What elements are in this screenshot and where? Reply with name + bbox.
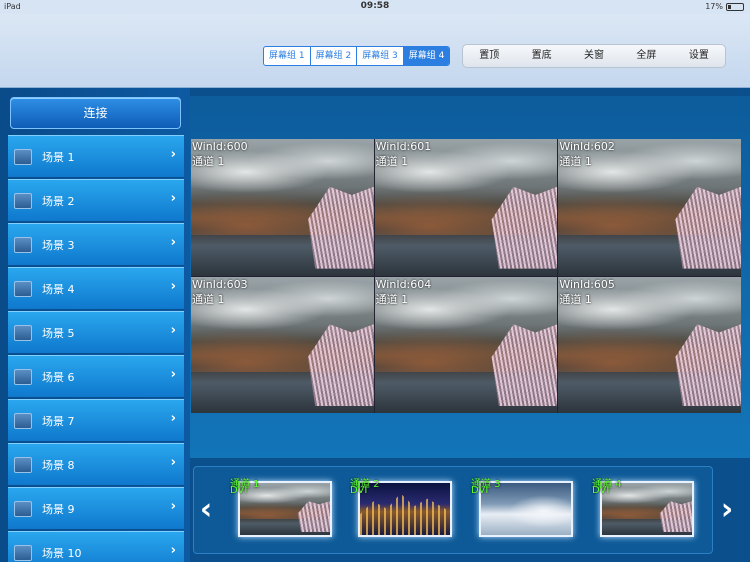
scene-sidebar: 连接 场景 1 › 场景 2 › 场景 3 › 场景 4 › 场景 5 › 场景… [0, 88, 190, 562]
channel-thumb-2[interactable]: 通道 2 DVI [350, 477, 452, 541]
battery-percent: 17% [705, 2, 723, 11]
scene-item-5[interactable]: 场景 5 › [8, 311, 184, 354]
channel-type: DVI [230, 485, 248, 496]
scene-label: 场景 4 [42, 283, 75, 296]
scene-label: 场景 6 [42, 371, 75, 384]
channel-type: DVI [471, 485, 489, 496]
chevron-right-icon: › [170, 147, 176, 162]
channel-strip: 通道 1 DVI 通道 2 DVI 通道 3 DVI 通道 4 DVI [193, 466, 713, 554]
chevron-right-icon: › [170, 367, 176, 382]
window-channel-label: 通道 1 [375, 155, 409, 168]
scene-label: 场景 7 [42, 415, 75, 428]
window-grid: WinId:600 通道 1 WinId:601 通道 1 WinId:602 … [191, 139, 741, 413]
window-channel-label: 通道 1 [559, 292, 592, 306]
window-id-label: WinId:602 [559, 140, 615, 153]
video-window-601[interactable]: WinId:601 通道 1 [374, 139, 558, 276]
screen-group-selector: 屏幕组 1 屏幕组 2 屏幕组 3 屏幕组 4 [263, 46, 451, 66]
channel-type: DVI [592, 485, 610, 496]
channel-thumb-1[interactable]: 通道 1 DVI [230, 477, 332, 541]
scene-checkbox[interactable] [14, 457, 32, 473]
window-channel-label: 通道 1 [375, 292, 409, 306]
video-window-604[interactable]: WinId:604 通道 1 [374, 276, 558, 413]
chevron-right-icon: › [170, 191, 176, 206]
scene-label: 场景 9 [42, 503, 75, 516]
screen-group-2[interactable]: 屏幕组 2 [311, 47, 358, 65]
scene-label: 场景 10 [42, 547, 82, 560]
window-id-label: WinId:604 [375, 277, 432, 291]
window-id-label: WinId:603 [192, 277, 248, 291]
close-window-button[interactable]: 关窗 [568, 45, 620, 67]
chevron-right-icon: › [170, 323, 176, 338]
screen-group-3[interactable]: 屏幕组 3 [357, 47, 404, 65]
scene-item-9[interactable]: 场景 9 › [8, 487, 184, 530]
screen-group-4[interactable]: 屏幕组 4 [403, 47, 450, 65]
channel-thumb-4[interactable]: 通道 4 DVI [592, 477, 694, 541]
scene-item-3[interactable]: 场景 3 › [8, 223, 184, 266]
scene-checkbox[interactable] [14, 369, 32, 385]
scene-checkbox[interactable] [14, 413, 32, 429]
chevron-right-icon: › [170, 235, 176, 250]
channel-type: DVI [350, 485, 368, 496]
window-channel-label: 通道 1 [192, 292, 225, 306]
scene-label: 场景 3 [42, 239, 75, 252]
window-id-label: WinId:600 [192, 140, 248, 153]
scene-checkbox[interactable] [14, 149, 32, 165]
chevron-right-icon: › [170, 499, 176, 514]
scene-item-2[interactable]: 场景 2 › [8, 179, 184, 222]
window-channel-label: 通道 1 [559, 155, 592, 168]
window-channel-label: 通道 1 [192, 155, 225, 168]
connect-button[interactable]: 连接 [10, 97, 181, 129]
scene-label: 场景 8 [42, 459, 75, 472]
scene-item-8[interactable]: 场景 8 › [8, 443, 184, 486]
status-bar: iPad 09:58 17% [0, 0, 750, 14]
scene-checkbox[interactable] [14, 281, 32, 297]
video-window-602[interactable]: WinId:602 通道 1 [558, 139, 741, 276]
scene-item-10[interactable]: 场景 10 › [8, 531, 184, 562]
clock: 09:58 [360, 1, 390, 11]
window-id-label: WinId:601 [375, 140, 432, 153]
scene-checkbox[interactable] [14, 193, 32, 209]
top-toolbar: 屏幕组 1 屏幕组 2 屏幕组 3 屏幕组 4 置顶 置底 关窗 全屏 设置 [0, 14, 750, 88]
send-to-bottom-button[interactable]: 置底 [515, 45, 567, 67]
scene-checkbox[interactable] [14, 545, 32, 561]
settings-button[interactable]: 设置 [673, 45, 725, 67]
scene-checkbox[interactable] [14, 237, 32, 253]
chevron-left-icon[interactable]: ‹ [193, 478, 219, 542]
scene-label: 场景 1 [42, 151, 75, 164]
chevron-right-icon: › [170, 411, 176, 426]
scene-item-1[interactable]: 场景 1 › [8, 135, 184, 178]
video-window-603[interactable]: WinId:603 通道 1 [191, 276, 374, 413]
scene-item-6[interactable]: 场景 6 › [8, 355, 184, 398]
video-wall-canvas[interactable]: WinId:600 通道 1 WinId:601 通道 1 WinId:602 … [190, 96, 750, 458]
scene-item-7[interactable]: 场景 7 › [8, 399, 184, 442]
video-window-600[interactable]: WinId:600 通道 1 [191, 139, 374, 276]
battery-icon [726, 2, 744, 11]
scene-label: 场景 5 [42, 327, 75, 340]
window-action-bar: 置顶 置底 关窗 全屏 设置 [462, 44, 726, 68]
screen-group-1[interactable]: 屏幕组 1 [264, 47, 311, 65]
battery-status: 17% [705, 2, 744, 11]
chevron-right-icon: › [170, 455, 176, 470]
scene-item-4[interactable]: 场景 4 › [8, 267, 184, 310]
window-id-label: WinId:605 [559, 277, 615, 291]
video-window-605[interactable]: WinId:605 通道 1 [558, 276, 741, 413]
scene-checkbox[interactable] [14, 325, 32, 341]
chevron-right-icon[interactable]: › [714, 478, 740, 542]
chevron-right-icon: › [170, 543, 176, 558]
fullscreen-button[interactable]: 全屏 [620, 45, 672, 67]
scene-label: 场景 2 [42, 195, 75, 208]
chevron-right-icon: › [170, 279, 176, 294]
bring-to-top-button[interactable]: 置顶 [463, 45, 515, 67]
channel-thumb-3[interactable]: 通道 3 DVI [471, 477, 573, 541]
scene-checkbox[interactable] [14, 501, 32, 517]
